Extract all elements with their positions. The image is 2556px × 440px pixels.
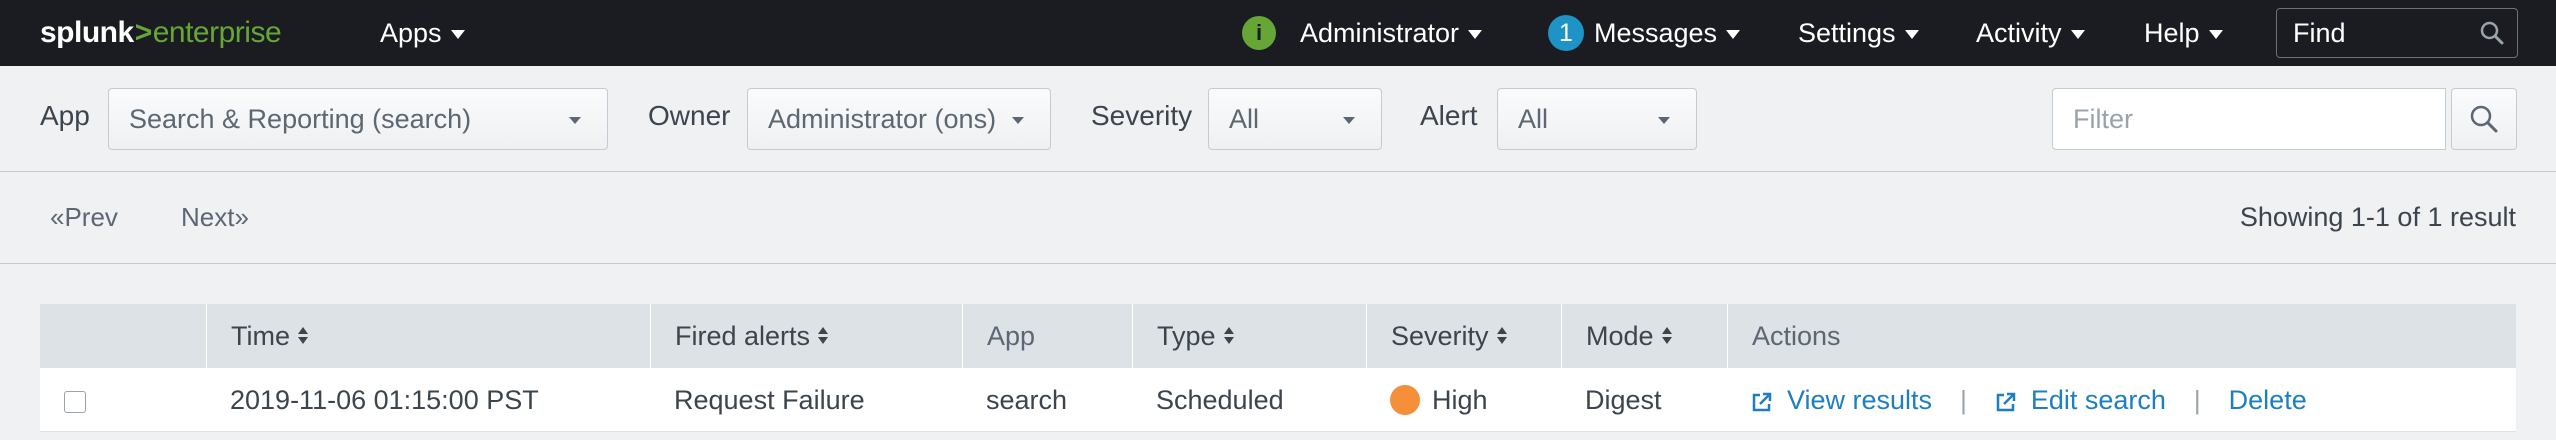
- app-filter-label: App: [40, 100, 90, 131]
- chevron-down-icon: [1658, 117, 1670, 124]
- search-icon[interactable]: [2479, 20, 2505, 46]
- owner-filter-label: Owner: [648, 100, 731, 131]
- delete-label: Delete: [2228, 384, 2307, 415]
- column-header-severity[interactable]: Severity: [1366, 304, 1561, 368]
- find-input[interactable]: [2293, 17, 2463, 49]
- column-label: Actions: [1752, 320, 1841, 351]
- edit-search-link[interactable]: Edit search: [1995, 385, 2166, 416]
- row-severity: High: [1366, 368, 1488, 432]
- sort-icon: [298, 326, 308, 346]
- column-header-type[interactable]: Type: [1132, 304, 1366, 368]
- chevron-down-icon: [2070, 29, 2085, 39]
- severity-filter-value: All: [1229, 103, 1260, 134]
- delete-link[interactable]: Delete: [2229, 385, 2307, 416]
- row-actions: View results | Edit search | Delete: [1727, 368, 2307, 432]
- column-label: Type: [1157, 320, 1216, 351]
- view-results-label: View results: [1787, 384, 1933, 415]
- help-menu[interactable]: Help: [2144, 0, 2223, 66]
- action-separator: |: [1960, 384, 1967, 415]
- fired-alerts-table: Time Fired alerts App Type Severity Mode…: [40, 304, 2516, 432]
- logo-chevron: >: [134, 16, 153, 49]
- owner-filter-value: Administrator (ons): [768, 103, 997, 134]
- chevron-down-icon: [1343, 117, 1355, 124]
- row-select-checkbox[interactable]: [64, 391, 86, 413]
- row-app: search: [986, 384, 1068, 415]
- external-link-icon: [1996, 392, 2016, 412]
- settings-menu-label: Settings: [1798, 17, 1896, 48]
- sort-icon: [1496, 326, 1507, 346]
- chevron-down-icon: [569, 117, 581, 124]
- column-header-mode[interactable]: Mode: [1561, 304, 1727, 368]
- logo-text-splunk: splunk: [40, 16, 134, 49]
- search-icon: [2470, 105, 2498, 133]
- row-time: 2019-11-06 01:15:00 PST: [230, 384, 539, 415]
- results-count: Showing 1-1 of 1 result: [2239, 202, 2516, 232]
- column-header-actions: Actions: [1727, 304, 2516, 368]
- owner-filter-dropdown[interactable]: Administrator (ons): [747, 88, 1051, 150]
- chevron-down-icon: [1726, 29, 1741, 39]
- apps-menu-label: Apps: [380, 17, 442, 48]
- table-header: Time Fired alerts App Type Severity Mode…: [40, 304, 2516, 368]
- filter-search-button[interactable]: [2451, 88, 2517, 150]
- row-severity-label: High: [1432, 384, 1488, 415]
- column-label: Severity: [1391, 320, 1489, 351]
- user-menu[interactable]: i Administrator: [1242, 0, 1483, 66]
- chevron-down-icon: [450, 29, 465, 39]
- table-row: 2019-11-06 01:15:00 PST Request Failure …: [40, 368, 2516, 432]
- chevron-down-icon: [1012, 117, 1024, 124]
- view-results-link[interactable]: View results: [1751, 385, 1932, 416]
- user-menu-label: Administrator: [1300, 17, 1460, 48]
- filter-input[interactable]: [2052, 88, 2446, 150]
- app-filter-dropdown[interactable]: Search & Reporting (search): [108, 88, 608, 150]
- activity-menu-label: Activity: [1976, 17, 2062, 48]
- app-filter-value: Search & Reporting (search): [129, 103, 472, 134]
- column-header-fired-alerts[interactable]: Fired alerts: [650, 304, 962, 368]
- row-select-cell: [40, 368, 86, 432]
- filter-bar: App Search & Reporting (search) Owner Ad…: [0, 66, 2556, 172]
- chevron-down-icon: [2208, 29, 2223, 39]
- alert-filter-value: All: [1518, 103, 1549, 134]
- column-header-time[interactable]: Time: [206, 304, 650, 368]
- splunk-logo[interactable]: splunk > enterprise: [40, 14, 282, 52]
- find-box: [2276, 8, 2518, 58]
- severity-filter-dropdown[interactable]: All: [1208, 88, 1382, 150]
- sort-icon: [1661, 326, 1672, 346]
- sort-icon: [1223, 326, 1234, 346]
- alert-filter-label: Alert: [1420, 100, 1478, 131]
- apps-menu[interactable]: Apps: [380, 0, 465, 66]
- chevron-down-icon: [1904, 29, 1919, 39]
- help-menu-label: Help: [2144, 17, 2200, 48]
- column-label: Fired alerts: [675, 320, 811, 351]
- external-link-icon: [1752, 392, 1772, 412]
- row-type: Scheduled: [1156, 384, 1284, 415]
- next-page-link[interactable]: Next»: [181, 202, 249, 233]
- action-separator: |: [2193, 384, 2201, 415]
- column-label: Time: [231, 320, 290, 351]
- row-mode: Digest: [1585, 384, 1662, 415]
- prev-page-link[interactable]: «Prev: [50, 202, 118, 233]
- column-label: App: [987, 320, 1036, 351]
- settings-menu[interactable]: Settings: [1798, 0, 1919, 66]
- select-column-header: [40, 304, 206, 368]
- top-navbar: splunk > enterprise Apps i Administrator 1…: [0, 0, 2556, 66]
- alert-filter-dropdown[interactable]: All: [1497, 88, 1697, 150]
- column-label: Mode: [1586, 320, 1654, 351]
- messages-menu[interactable]: 1 Messages: [1548, 0, 1741, 66]
- pagination-bar: «Prev Next» Showing 1-1 of 1 result: [0, 172, 2556, 264]
- activity-menu[interactable]: Activity: [1976, 0, 2085, 66]
- logo-text-enterprise: enterprise: [152, 16, 282, 49]
- sort-icon: [818, 326, 829, 346]
- severity-filter-label: Severity: [1091, 100, 1193, 131]
- messages-count-badge: 1: [1548, 15, 1584, 51]
- chevron-down-icon: [1468, 29, 1483, 39]
- edit-search-label: Edit search: [2030, 384, 2166, 415]
- messages-menu-label: Messages: [1594, 17, 1718, 48]
- row-fired-alert: Request Failure: [674, 384, 865, 415]
- severity-high-indicator: [1390, 385, 1420, 415]
- info-icon: i: [1242, 16, 1276, 50]
- column-header-app: App: [962, 304, 1132, 368]
